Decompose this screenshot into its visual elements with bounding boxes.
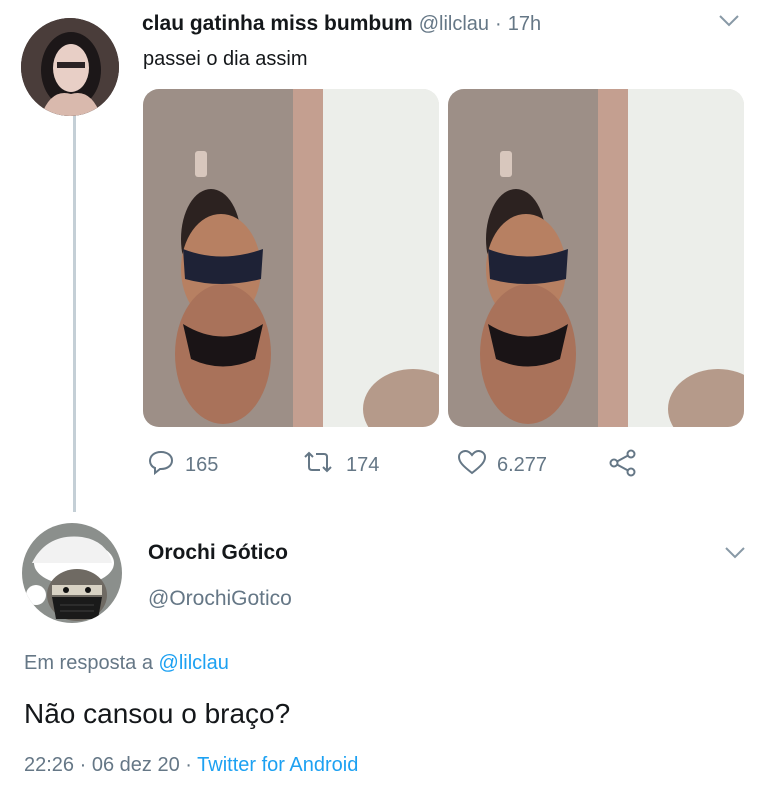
reply-text: Não cansou o braço? [24, 698, 291, 729]
reply-author-name[interactable]: Orochi Gótico [148, 541, 288, 565]
reply-author-avatar[interactable] [22, 523, 122, 623]
reply-meta-separator-2: · [185, 754, 192, 776]
tweet-time-separator: · [495, 13, 502, 35]
reply-count: 165 [185, 453, 219, 476]
retweet-count: 174 [346, 453, 380, 476]
like-action[interactable]: 6.277 [457, 449, 547, 481]
reply-date[interactable]: 06 dez 20 [92, 754, 180, 776]
share-icon [608, 449, 638, 483]
reply-source-link[interactable]: Twitter for Android [197, 754, 358, 776]
reply-chevron-down-icon[interactable] [724, 546, 746, 565]
tweet-media-image-2[interactable] [448, 89, 744, 427]
tweet-author-handle[interactable]: @lilclau [419, 13, 489, 36]
reply-meta-separator: · [79, 754, 87, 776]
thread-connector-line [73, 112, 76, 512]
heart-icon [457, 449, 487, 481]
comment-icon [147, 449, 175, 481]
share-action[interactable] [608, 449, 638, 483]
retweet-action[interactable]: 174 [300, 449, 379, 481]
reply-author-handle[interactable]: @OrochiGotico [148, 587, 292, 611]
in-reply-to-handle-link[interactable]: @lilclau [159, 652, 229, 674]
reply-meta: 22:26 · 06 dez 20 · Twitter for Android [24, 754, 358, 777]
reply-time[interactable]: 22:26 [24, 754, 74, 776]
tweet-timestamp[interactable]: 17h [508, 13, 541, 36]
reply-action[interactable]: 165 [147, 449, 218, 481]
in-reply-to-prefix: Em resposta a [24, 652, 153, 674]
tweet-text: passei o dia assim [143, 48, 308, 70]
tweet-author-name[interactable]: clau gatinha miss bumbum [142, 12, 413, 36]
in-reply-to: Em resposta a @lilclau [24, 652, 229, 675]
retweet-icon [300, 449, 336, 481]
chevron-down-icon[interactable] [718, 14, 740, 33]
tweet-media-image-1[interactable] [143, 89, 439, 427]
tweet-author-avatar[interactable] [21, 18, 119, 116]
like-count: 6.277 [497, 453, 548, 476]
